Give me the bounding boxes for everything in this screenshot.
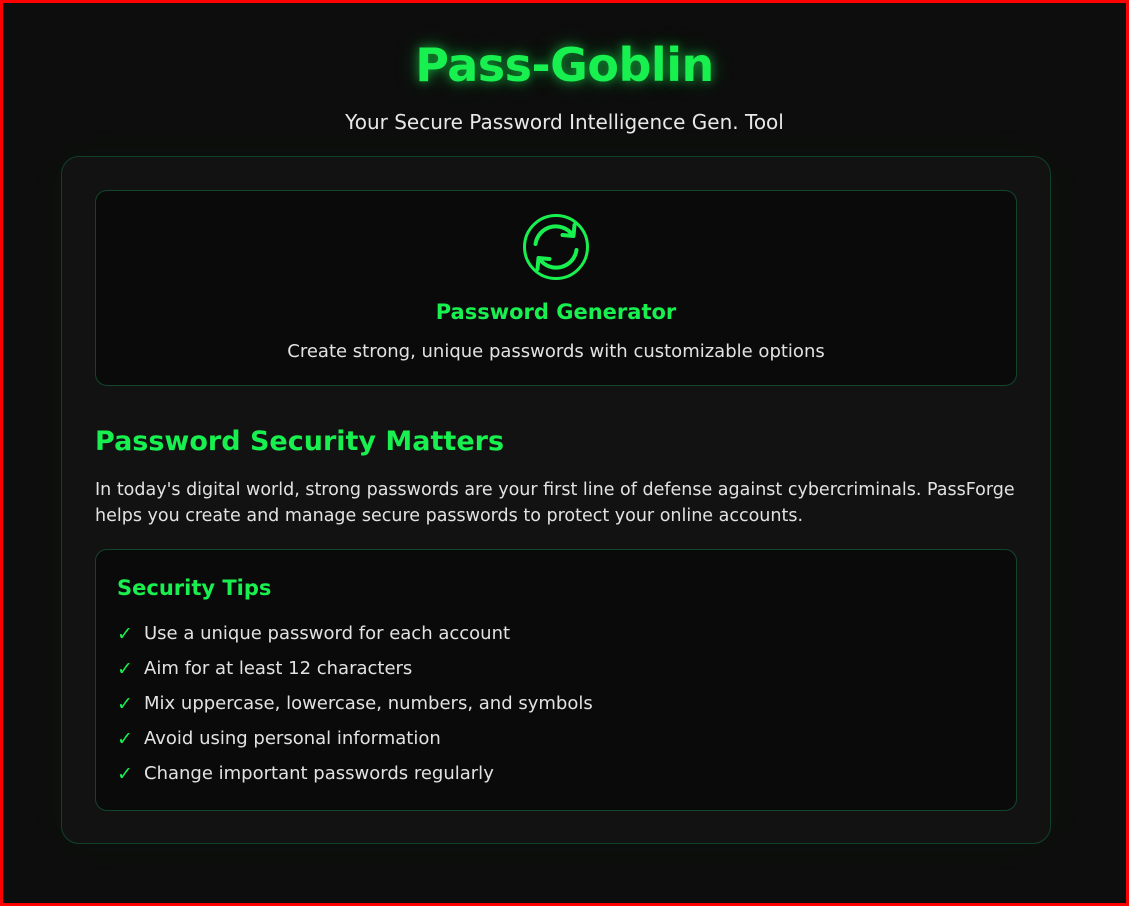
password-generator-card[interactable]: Password Generator Create strong, unique…: [95, 190, 1017, 386]
check-icon: ✓: [117, 622, 133, 645]
tips-heading: Security Tips: [117, 576, 272, 600]
check-icon: ✓: [117, 657, 133, 680]
page-header: Pass-Goblin Your Secure Password Intelli…: [3, 3, 1126, 135]
app-subtitle: Your Secure Password Intelligence Gen. T…: [345, 110, 784, 134]
list-item: ✓ Change important passwords regularly: [117, 756, 593, 791]
generator-title: Password Generator: [435, 300, 677, 324]
check-icon: ✓: [117, 692, 133, 715]
security-description: In today's digital world, strong passwor…: [95, 480, 1015, 526]
security-heading: Password Security Matters: [95, 426, 505, 457]
list-item: ✓ Use a unique password for each account: [117, 616, 593, 651]
main-card: Password Generator Create strong, unique…: [61, 156, 1051, 844]
tip-text: Aim for at least 12 characters: [144, 658, 413, 679]
generator-description: Create strong, unique passwords with cus…: [287, 341, 825, 362]
tip-text: Change important passwords regularly: [144, 763, 494, 784]
tip-text: Mix uppercase, lowercase, numbers, and s…: [144, 693, 593, 714]
security-tips-card: Security Tips ✓ Use a unique password fo…: [95, 549, 1017, 811]
check-icon: ✓: [117, 727, 133, 750]
tip-text: Avoid using personal information: [144, 728, 441, 749]
list-item: ✓ Mix uppercase, lowercase, numbers, and…: [117, 686, 593, 721]
app-title: Pass-Goblin: [415, 38, 714, 92]
list-item: ✓ Avoid using personal information: [117, 721, 593, 756]
check-icon: ✓: [117, 762, 133, 785]
list-item: ✓ Aim for at least 12 characters: [117, 651, 593, 686]
tip-text: Use a unique password for each account: [144, 623, 511, 644]
refresh-icon: [523, 214, 589, 280]
tips-list: ✓ Use a unique password for each account…: [117, 616, 593, 791]
